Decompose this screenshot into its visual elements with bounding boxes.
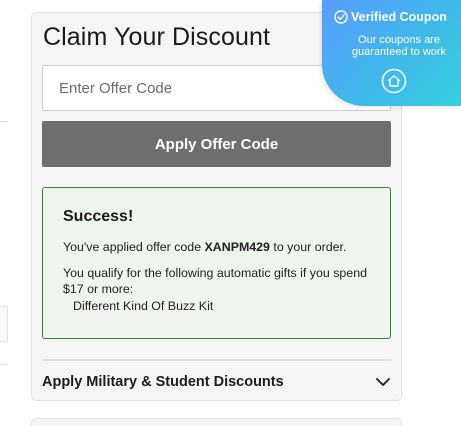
success-title: Success! xyxy=(63,208,134,225)
section-divider xyxy=(42,359,391,361)
badge-title: Verified Coupon xyxy=(351,10,447,24)
chevron-down-icon[interactable] xyxy=(375,374,391,390)
badge-title-row: Verified Coupon xyxy=(334,9,461,25)
verified-coupon-badge: Verified Coupon Our coupons are guarante… xyxy=(322,0,461,106)
applied-prefix: You've applied offer code xyxy=(63,240,205,254)
military-student-discounts-toggle[interactable]: Apply Military & Student Discounts xyxy=(42,365,391,399)
applied-code-message: You've applied offer code XANPM429 to yo… xyxy=(63,239,370,255)
card-title: Claim Your Discount xyxy=(43,23,271,51)
badge-subtitle: Our coupons are guaranteed to work xyxy=(351,34,447,58)
shield-home-icon xyxy=(381,68,407,94)
applied-offer-code: XANPM429 xyxy=(204,240,270,254)
next-card-edge xyxy=(31,418,402,426)
apply-offer-code-button[interactable]: Apply Offer Code xyxy=(42,121,391,167)
left-panel-edge xyxy=(0,306,8,342)
page: Claim Your Discount Apply Offer Code Suc… xyxy=(0,0,461,426)
check-circle-icon xyxy=(334,10,348,24)
gift-item: Different Kind Of Buzz Kit xyxy=(73,299,214,313)
success-message-box: Success! You've applied offer code XANPM… xyxy=(42,187,391,339)
left-divider xyxy=(0,121,8,122)
gift-qualify-text: You qualify for the following automatic … xyxy=(63,266,367,296)
applied-suffix: to your order. xyxy=(269,240,347,254)
left-divider xyxy=(0,364,8,365)
military-discounts-label: Apply Military & Student Discounts xyxy=(42,374,284,390)
